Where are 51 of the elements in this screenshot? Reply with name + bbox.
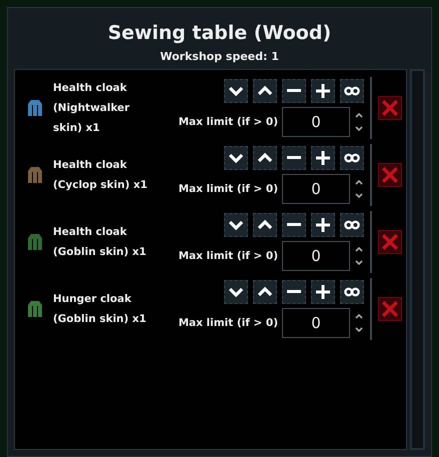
limit-field[interactable]: 0 [282,240,350,270]
delete-button[interactable] [378,230,402,254]
minus-icon [286,290,302,293]
scrollbar[interactable] [410,69,425,450]
move-down-button[interactable] [224,212,248,236]
recipe-name: Hunger cloak (Goblin skin) x1 [53,292,148,326]
infinite-button[interactable] [340,280,364,304]
max-limit-label: Max limit (if > 0) [178,250,278,262]
minus-icon [286,223,302,226]
recipe-name: Health cloak (Goblin skin) x1 [53,224,148,260]
plus-icon [315,150,331,166]
move-down-button[interactable] [224,146,248,170]
recipe-name: Health cloak (Cyclop skin) x1 [53,158,148,192]
minus-icon [286,89,302,92]
increase-button[interactable] [311,280,335,304]
infinite-button[interactable] [340,212,364,236]
move-down-button[interactable] [224,78,248,102]
max-limit-label: Max limit (if > 0) [178,116,278,128]
close-icon [381,98,399,116]
decrease-button[interactable] [282,212,306,236]
window-title: Sewing table (Wood) [108,22,332,44]
limit-field[interactable]: 0 [282,174,350,204]
delete-button[interactable] [378,296,402,320]
decrease-button[interactable] [282,78,306,102]
limit-field[interactable]: 0 [282,106,350,136]
increase-button[interactable] [311,212,335,236]
move-up-button[interactable] [253,280,277,304]
recipe-name: Health cloak (Nightwalker skin) x1 [53,80,131,136]
max-limit-label: Max limit (if > 0) [178,182,278,194]
infinite-button[interactable] [340,146,364,170]
limit-field[interactable]: 0 [282,308,350,338]
increase-button[interactable] [311,78,335,102]
max-limit-label: Max limit (if > 0) [178,316,278,328]
move-up-button[interactable] [253,146,277,170]
plus-icon [315,284,331,300]
close-icon [381,166,399,184]
decrease-button[interactable] [282,146,306,170]
delete-button[interactable] [378,162,402,186]
plus-icon [315,216,331,232]
workshop-speed: Workshop speed: 1 [160,50,279,63]
decrease-button[interactable] [282,280,306,304]
plus-icon [315,82,331,98]
delete-button[interactable] [378,96,402,120]
increase-button[interactable] [311,146,335,170]
infinite-button[interactable] [340,78,364,102]
move-up-button[interactable] [253,212,277,236]
move-down-button[interactable] [224,280,248,304]
close-icon [381,300,399,318]
minus-icon [286,156,302,159]
move-up-button[interactable] [253,78,277,102]
close-icon [381,232,399,250]
